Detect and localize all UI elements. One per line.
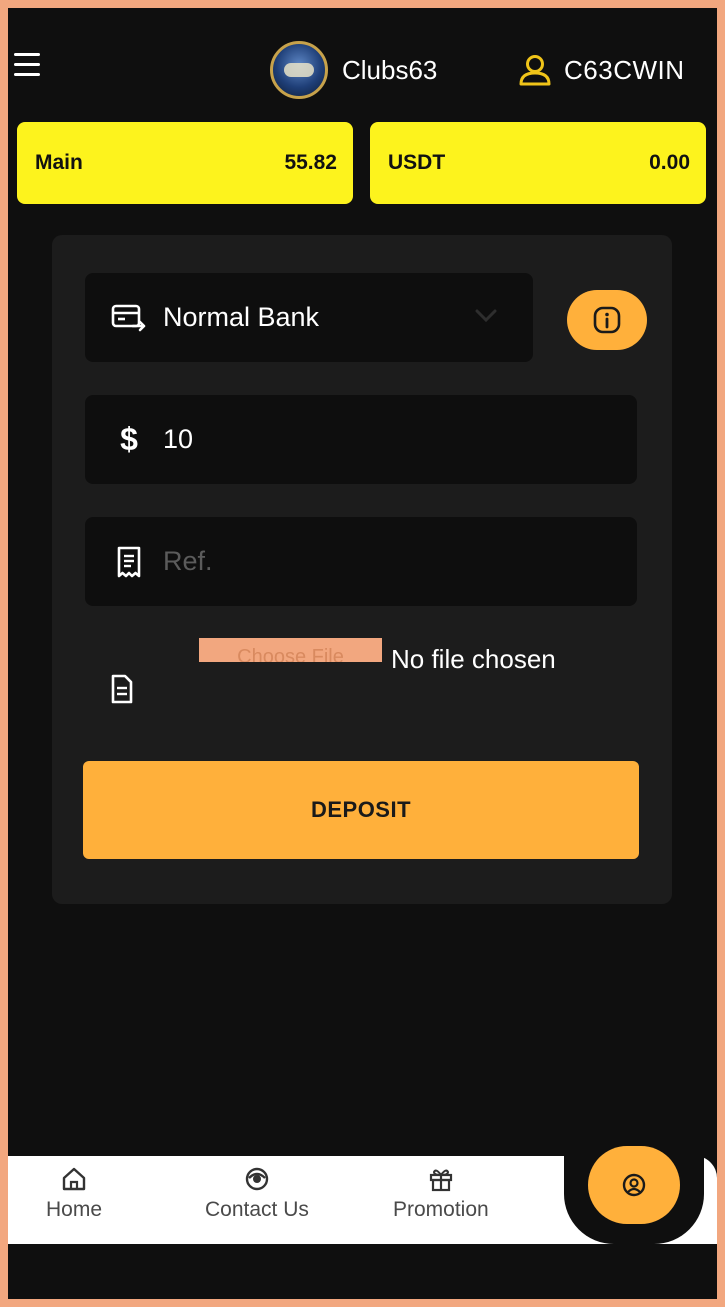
system-bar (8, 1244, 717, 1299)
file-status: No file chosen (391, 644, 556, 674)
balance-label: Main (35, 151, 83, 174)
profile-button[interactable] (588, 1146, 680, 1224)
home-icon (62, 1167, 86, 1191)
user-account[interactable]: C63CWIN (518, 54, 685, 86)
deposit-form: Normal Bank $ 10 Ref. Choose File No fil… (52, 235, 672, 904)
document-icon (109, 674, 135, 709)
gift-icon (429, 1169, 452, 1192)
deposit-button[interactable]: DEPOSIT (83, 761, 639, 859)
payment-method-value: Normal Bank (163, 302, 320, 332)
info-button[interactable] (567, 290, 647, 350)
dollar-icon: $ (120, 421, 138, 457)
chevron-down-icon (475, 309, 497, 323)
reference-field[interactable] (85, 517, 637, 606)
top-bar: Clubs63 C63CWIN (8, 8, 717, 118)
payment-method-select[interactable]: Normal Bank (85, 273, 533, 362)
contact-icon (245, 1167, 269, 1191)
balance-value: 55.82 (284, 151, 337, 174)
receipt-icon (109, 546, 149, 578)
amount-field[interactable]: $ (85, 395, 637, 484)
nav-label: Contact Us (205, 1198, 309, 1221)
info-icon (593, 306, 621, 334)
balance-usdt: USDT 0.00 (370, 122, 706, 204)
nav-promotion[interactable]: Promotion (393, 1166, 489, 1222)
reference-input[interactable] (163, 546, 603, 577)
club-logo (270, 41, 328, 99)
nav-home[interactable]: Home (46, 1166, 102, 1222)
menu-icon[interactable] (14, 53, 40, 76)
user-icon (519, 55, 551, 86)
bank-card-icon (109, 303, 149, 333)
profile-tab (564, 1142, 704, 1244)
profile-icon (622, 1173, 646, 1197)
nav-label: Home (46, 1198, 103, 1221)
balance-label: USDT (388, 151, 446, 174)
brand[interactable]: Clubs63 (270, 41, 437, 99)
nav-contact-us[interactable]: Contact Us (205, 1166, 309, 1222)
app-screen: Clubs63 C63CWIN Main 55.82 USDT 0.00 Nor… (8, 8, 717, 1299)
amount-input[interactable] (163, 424, 603, 455)
username: C63CWIN (564, 54, 685, 85)
balance-value: 0.00 (649, 151, 690, 174)
bottom-nav: Home Contact Us Promotion (8, 1142, 717, 1244)
choose-file-button[interactable]: Choose File (199, 638, 382, 662)
nav-label: Promotion (393, 1198, 489, 1221)
balance-main: Main 55.82 (17, 122, 353, 204)
brand-name: Clubs63 (342, 54, 438, 85)
file-upload: Choose File No file chosen (85, 630, 645, 730)
